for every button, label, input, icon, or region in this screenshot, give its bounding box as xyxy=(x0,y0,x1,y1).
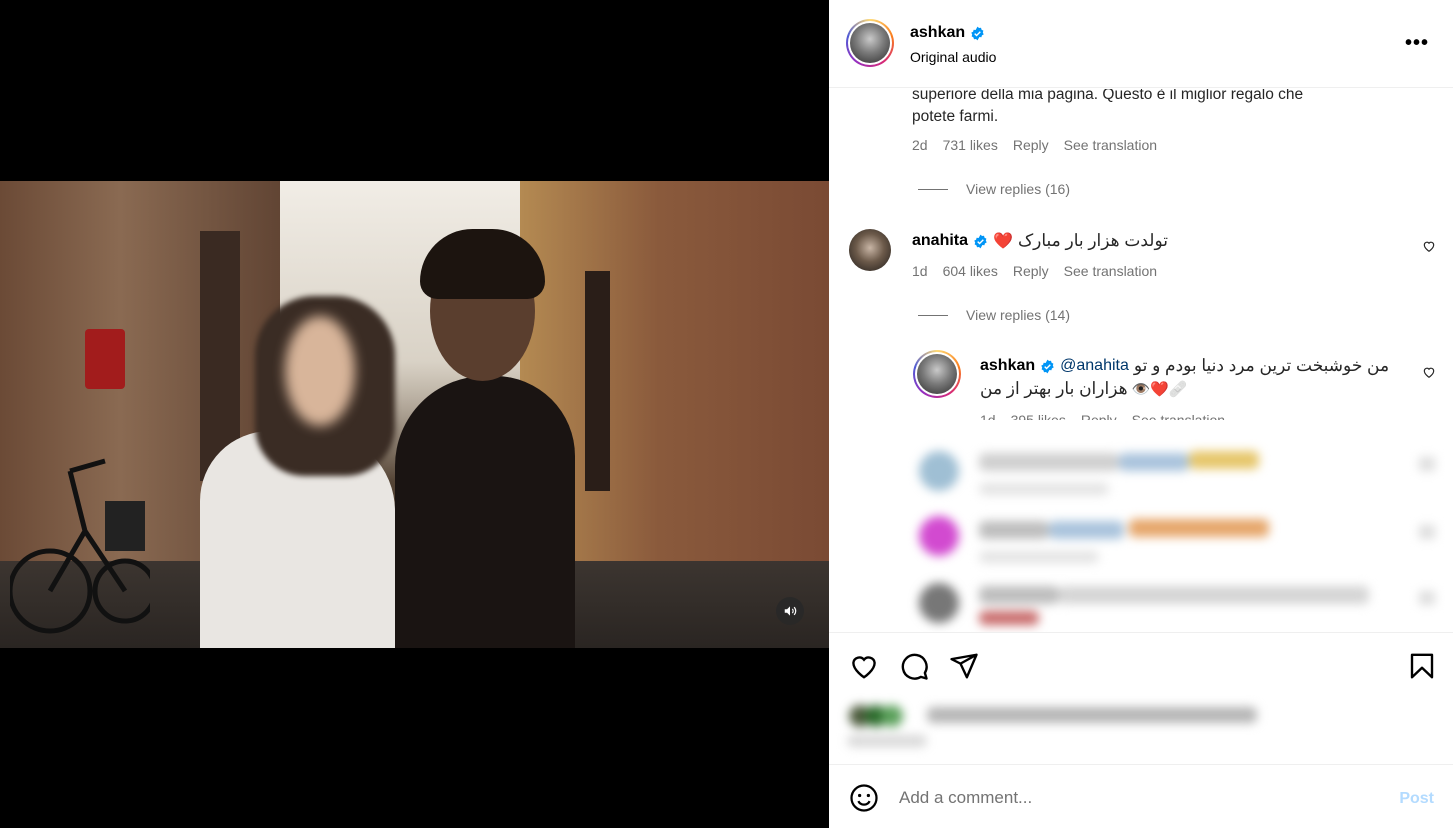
blurred-replies xyxy=(914,441,1435,631)
share-icon[interactable] xyxy=(949,651,979,681)
comment-top-partial: superiore della mia pagina. Questo è il … xyxy=(912,89,1412,128)
comment-text: تولدت هزار بار مبارک xyxy=(1017,231,1168,250)
view-replies-button[interactable]: View replies (14) xyxy=(918,307,1070,323)
reply-username[interactable]: ashkan xyxy=(980,357,1035,375)
comment-likes[interactable]: 731 likes xyxy=(943,137,998,153)
video-mailbox xyxy=(85,329,125,389)
reply-button[interactable]: Reply xyxy=(1013,263,1049,279)
reply-text-line: هزاران بار بهتر از من xyxy=(980,379,1128,398)
reply-button[interactable]: Reply xyxy=(1081,412,1117,420)
see-translation-button[interactable]: See translation xyxy=(1132,412,1225,420)
comment-meta: 1d 604 likes Reply See translation xyxy=(912,263,1157,279)
video-window xyxy=(585,271,610,491)
comment-avatar[interactable] xyxy=(849,229,891,271)
video-person-man xyxy=(395,376,575,648)
heart-emoji: ❤️ xyxy=(993,233,1013,250)
reply-emojis: 👁️❤️🩹 xyxy=(1131,381,1188,398)
emoji-icon[interactable] xyxy=(849,783,879,813)
post-actions xyxy=(829,632,1453,764)
mute-button[interactable] xyxy=(776,597,804,625)
verified-icon xyxy=(974,234,987,248)
reply-ashkan: ashkan @anahita من خوشبخت ترین مرد دنیا … xyxy=(980,355,1410,377)
comment-age[interactable]: 1d xyxy=(912,263,928,279)
media-panel xyxy=(0,0,829,828)
reply-second-line: هزاران بار بهتر از من 👁️❤️🩹 xyxy=(980,378,1188,400)
comment-anahita: anahita ❤️ تولدت هزار بار مبارک xyxy=(912,230,1168,252)
comment-text-line: potete farmi. xyxy=(912,108,999,125)
like-comment-heart-icon[interactable] xyxy=(1422,239,1436,253)
post-button[interactable]: Post xyxy=(1399,790,1434,808)
video-woman-face xyxy=(285,316,355,426)
likes-summary-blurred xyxy=(847,701,1267,751)
verified-icon xyxy=(971,26,984,40)
comment-age[interactable]: 2d xyxy=(912,137,928,153)
author-username[interactable]: ashkan xyxy=(910,24,965,42)
comment-composer: Post xyxy=(829,764,1453,828)
see-translation-button[interactable]: See translation xyxy=(1064,263,1157,279)
speaker-icon xyxy=(784,606,797,616)
view-replies-label: View replies (14) xyxy=(966,307,1071,323)
reply-age[interactable]: 1d xyxy=(980,412,996,420)
verified-icon xyxy=(1041,359,1054,373)
reply-meta: 1d 395 likes Reply See translation xyxy=(980,412,1225,420)
reply-likes[interactable]: 395 likes xyxy=(1011,412,1066,420)
view-replies-button[interactable]: View replies (16) xyxy=(918,181,1070,197)
heart-icon[interactable] xyxy=(849,651,879,681)
like-reply-heart-icon[interactable] xyxy=(1422,365,1436,379)
audio-link[interactable]: Original audio xyxy=(910,49,996,65)
comment-text-line: superiore della mia pagina. Questo è il … xyxy=(912,89,1304,103)
comment-likes[interactable]: 604 likes xyxy=(943,263,998,279)
comment-input[interactable] xyxy=(899,783,1379,813)
mention-link[interactable]: @anahita xyxy=(1060,357,1129,375)
post-header: ashkan Original audio ••• xyxy=(829,0,1453,88)
post-author[interactable]: ashkan xyxy=(910,24,985,42)
comments-list[interactable]: superiore della mia pagina. Questo è il … xyxy=(829,89,1453,632)
reply-avatar[interactable] xyxy=(913,350,961,398)
more-icon[interactable]: ••• xyxy=(1405,32,1429,55)
video-bicycle xyxy=(10,458,150,634)
see-translation-button[interactable]: See translation xyxy=(1064,137,1157,153)
avatar[interactable] xyxy=(846,19,894,67)
video-player[interactable] xyxy=(0,181,829,648)
comment-username[interactable]: anahita xyxy=(912,232,968,250)
post-sidebar: ashkan Original audio ••• superiore dell… xyxy=(829,0,1453,828)
comment-icon[interactable] xyxy=(899,651,929,681)
reply-button[interactable]: Reply xyxy=(1013,137,1049,153)
view-replies-label: View replies (16) xyxy=(966,181,1071,197)
comment-meta: 2d 731 likes Reply See translation xyxy=(912,137,1157,153)
reply-text-line: من خوشبخت ترین مرد دنیا بودم و تو xyxy=(1133,356,1390,375)
bookmark-icon[interactable] xyxy=(1407,651,1437,681)
